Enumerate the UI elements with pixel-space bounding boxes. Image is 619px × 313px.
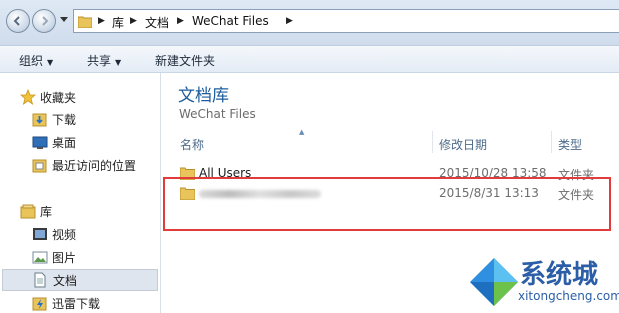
sidebar-item-label: 库 [40,205,53,219]
sidebar-item-label: 下载 [52,113,77,127]
chevron-down-icon: ▼ [47,58,54,67]
video-icon [33,228,47,240]
sidebar-item-videos[interactable]: 视频 [32,224,152,244]
column-divider[interactable] [551,131,552,153]
document-icon [34,272,46,288]
breadcrumb-separator-icon[interactable]: ▶ [130,16,137,26]
sidebar-item-label: 迅雷下载 [52,297,101,311]
watermark-brand: 系统城 [520,260,599,290]
watermark-url: xitongcheng.com [518,289,619,303]
thunder-download-icon [32,297,47,311]
new-folder-button[interactable]: 新建文件夹 [155,52,215,69]
sidebar-item-thunder-downloads[interactable]: 迅雷下载 [32,293,152,313]
breadcrumb-wechat-files[interactable]: WeChat Files [192,14,269,28]
column-header-type[interactable]: 类型 [558,136,582,153]
sidebar-item-desktop[interactable]: 桌面 [32,132,152,152]
organize-menu-button[interactable]: 组织 ▼ [19,52,53,69]
pictures-icon [32,251,48,264]
column-header-name[interactable]: 名称 [180,136,204,153]
forward-button[interactable] [32,9,56,33]
library-icon [20,204,36,219]
sidebar-item-pictures[interactable]: 图片 [32,247,152,267]
sidebar-item-downloads[interactable]: 下载 [32,109,152,129]
command-bar: 组织 ▼ 共享 ▼ 新建文件夹 [0,45,619,73]
sidebar-item-recent-places[interactable]: 最近访问的位置 [32,155,158,175]
breadcrumb-documents[interactable]: 文档 [145,14,169,31]
breadcrumb-library[interactable]: 库 [112,14,124,31]
address-bar-row: ▶ 库 ▶ 文档 ▶ WeChat Files ▶ [0,0,619,45]
xitongcheng-logo-icon [470,258,518,306]
library-subtitle: WeChat Files [179,107,256,121]
sidebar-item-label: 收藏夹 [40,91,77,105]
arrow-left-icon [13,16,20,26]
star-icon [20,89,36,105]
highlight-box [163,177,611,231]
desktop-icon [32,136,48,149]
sidebar-item-label: 最近访问的位置 [52,159,137,173]
share-label: 共享 [87,54,112,68]
watermark: 系统城 xitongcheng.com [466,252,619,313]
chevron-down-icon: ▼ [115,58,122,67]
address-box[interactable]: ▶ 库 ▶ 文档 ▶ WeChat Files ▶ [73,9,619,33]
back-button[interactable] [6,9,30,33]
breadcrumb-separator-icon[interactable]: ▶ [286,16,293,26]
sidebar-item-favorites[interactable]: 收藏夹 [20,87,140,107]
library-title: 文档库 [178,86,229,106]
breadcrumb-separator-icon[interactable]: ▶ [177,16,184,26]
recent-pages-dropdown-icon[interactable] [60,17,68,23]
navigation-pane: 收藏夹 下载 桌面 最近访问的位置 库 视频 图片 文档 迅雷下载 [0,73,160,313]
sidebar-item-documents[interactable]: 文档 [2,269,158,291]
download-folder-icon [32,113,47,127]
column-header-date[interactable]: 修改日期 [439,136,487,153]
sort-ascending-icon: ▲ [299,128,305,136]
recent-places-icon [32,159,47,173]
sidebar-item-label: 图片 [52,251,77,265]
sidebar-item-label: 视频 [52,228,77,242]
sidebar-item-label: 桌面 [52,136,77,150]
sidebar-item-libraries[interactable]: 库 [20,201,140,221]
share-menu-button[interactable]: 共享 ▼ [87,52,121,69]
breadcrumb-separator-icon[interactable]: ▶ [98,16,105,26]
sidebar-item-label: 文档 [53,274,78,288]
column-divider[interactable] [432,131,433,153]
organize-label: 组织 [19,54,44,68]
arrow-right-icon [42,16,49,26]
folder-icon [78,16,92,28]
